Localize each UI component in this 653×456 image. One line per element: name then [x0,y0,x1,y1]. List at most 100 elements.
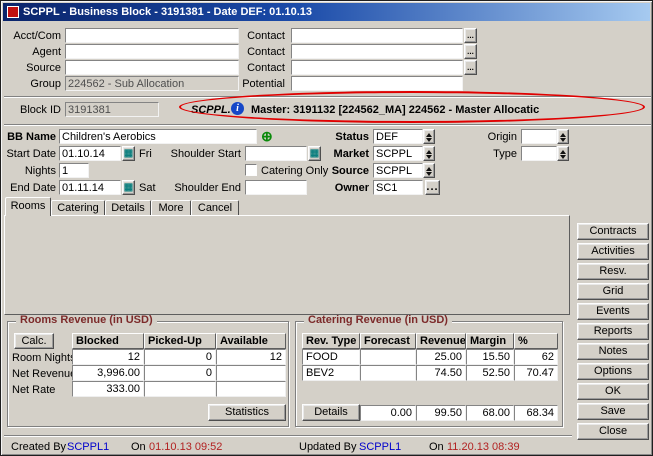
updated-on-value: 11.20.13 08:39 [447,441,520,454]
source-dropdown-button[interactable] [423,163,435,178]
shoulder-start-input[interactable] [245,146,307,161]
contact1-lov-button[interactable]: ... [464,28,477,43]
app-icon [7,6,19,18]
origin-dropdown-button[interactable] [557,129,569,144]
statistics-button[interactable]: Statistics [208,404,286,421]
owner-lov-button[interactable]: ... [425,180,440,195]
bb-name-input[interactable] [59,129,257,144]
catering-total-margin: 68.00 [466,405,514,421]
start-day-text: Fri [139,148,152,161]
net-revenue-available-cell [216,365,286,381]
globe-icon[interactable]: ⊕ [261,129,273,143]
group-input[interactable] [65,76,239,91]
tab-cancel[interactable]: Cancel [191,200,239,215]
nights-label: Nights [3,165,56,178]
activities-button[interactable]: Activities [577,243,649,260]
nights-input[interactable] [59,163,89,178]
divider [4,435,572,437]
agent-input[interactable] [65,44,239,59]
market-label: Market [331,148,369,161]
status-dropdown-button[interactable] [423,129,435,144]
start-date-input[interactable] [59,146,121,161]
contact2-lov-button[interactable]: ... [464,44,477,59]
details-button[interactable]: Details [302,404,360,421]
contact3-input[interactable] [291,60,463,75]
catering-only-checkbox[interactable] [245,164,257,176]
contact2-label: Contact [231,46,285,59]
source-acct-input[interactable] [65,60,239,75]
notes-button[interactable]: Notes [577,343,649,360]
catering-header-margin: Margin [466,333,514,349]
contact3-label: Contact [231,62,285,75]
updated-by-label: Updated By [299,441,356,454]
contact1-label: Contact [231,30,285,43]
room-nights-blocked-cell: 12 [72,349,144,365]
end-date-input[interactable] [59,180,121,195]
acctcom-input[interactable] [65,28,239,43]
tab-catering[interactable]: Catering [51,200,105,215]
catering-header-rev-type: Rev. Type [302,333,360,349]
tab-rooms[interactable]: Rooms [5,197,51,216]
end-date-calendar-icon[interactable]: ▦ [122,180,135,195]
shoulder-start-calendar-icon[interactable]: ▦ [308,146,321,161]
reports-button[interactable]: Reports [577,323,649,340]
source-combo[interactable] [373,163,423,178]
divider [4,124,651,126]
source-label: Source [331,165,369,178]
owner-input[interactable] [373,180,423,195]
bb-name-label: BB Name [3,131,56,144]
scppl-label: SCPPL. [191,104,231,117]
origin-label: Origin [463,131,517,144]
close-button[interactable]: Close [577,423,649,440]
catering-header-forecast: Forecast [360,333,416,349]
shoulder-end-input[interactable] [245,180,307,195]
contact1-input[interactable] [291,28,463,43]
catering-total-pct: 68.34 [514,405,558,421]
catering-row-bev2-revenue: 74.50 [416,365,466,381]
master-block-text: Master: 3191132 [224562_MA] 224562 - Mas… [251,104,539,117]
tab-more[interactable]: More [151,200,191,215]
rooms-revenue-header-available: Available [216,333,286,349]
rooms-revenue-header-picked-up: Picked-Up [144,333,216,349]
potential-input[interactable] [291,76,463,91]
ok-button[interactable]: OK [577,383,649,400]
catering-row-food-forecast [360,349,416,365]
catering-row-food-pct: 62 [514,349,558,365]
market-combo[interactable] [373,146,423,161]
title-bar: SCPPL - Business Block - 3191381 - Date … [3,3,650,21]
rooms-revenue-header-blocked: Blocked [72,333,144,349]
net-rate-picked-up-cell [144,381,216,397]
room-nights-row-label: Room Nights [12,352,76,365]
status-combo[interactable] [373,129,423,144]
contracts-button[interactable]: Contracts [577,223,649,240]
agent-label: Agent [5,46,61,59]
tab-details[interactable]: Details [105,200,151,215]
origin-combo[interactable] [521,129,557,144]
type-dropdown-button[interactable] [557,146,569,161]
catering-header-pct: % [514,333,558,349]
status-label: Status [331,131,369,144]
resv-button[interactable]: Resv. [577,263,649,280]
potential-label: Potential [231,78,285,91]
room-nights-available-cell: 12 [216,349,286,365]
options-button[interactable]: Options [577,363,649,380]
shoulder-start-label: Shoulder Start [167,148,241,161]
save-button[interactable]: Save [577,403,649,420]
group-label: Group [5,78,61,91]
created-on-label: On [131,441,146,454]
events-button[interactable]: Events [577,303,649,320]
created-by-value: SCPPL1 [67,441,109,454]
catering-revenue-title: Catering Revenue (in USD) [304,314,452,326]
calc-button[interactable]: Calc. [14,333,54,349]
market-dropdown-button[interactable] [423,146,435,161]
created-on-value: 01.10.13 09:52 [149,441,222,454]
contact3-lov-button[interactable]: ... [464,60,477,75]
start-date-calendar-icon[interactable]: ▦ [122,146,135,161]
room-nights-picked-up-cell: 0 [144,349,216,365]
acctcom-label: Acct/Com [5,30,61,43]
grid-button[interactable]: Grid [577,283,649,300]
block-id-input[interactable] [65,102,159,117]
type-combo[interactable] [521,146,557,161]
net-rate-available-cell [216,381,286,397]
contact2-input[interactable] [291,44,463,59]
